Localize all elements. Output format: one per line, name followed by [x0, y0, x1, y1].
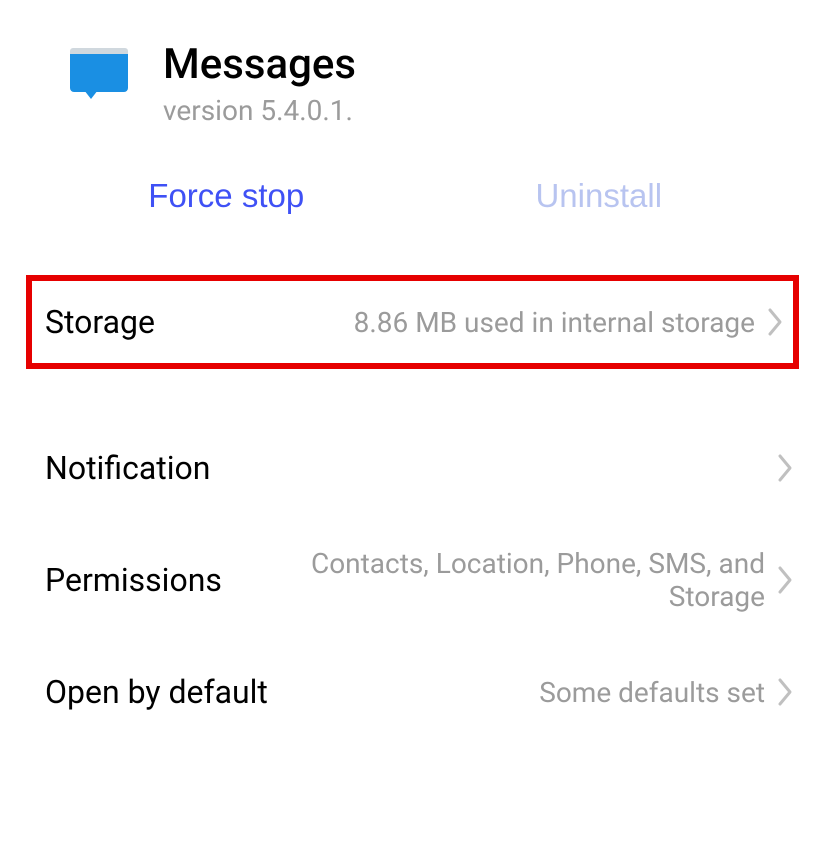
- app-icon: [70, 48, 128, 98]
- header-text: Messages version 5.4.0.1.: [163, 40, 356, 127]
- app-version: version 5.4.0.1.: [163, 94, 356, 127]
- setting-storage[interactable]: Storage 8.86 MB used in internal storage: [26, 275, 799, 369]
- setting-open-by-default[interactable]: Open by default Some defaults set: [0, 643, 825, 741]
- settings-list: Storage 8.86 MB used in internal storage…: [0, 275, 825, 741]
- chevron-right-icon: [777, 677, 795, 707]
- uninstall-button: Uninstall: [413, 177, 786, 215]
- app-header: Messages version 5.4.0.1.: [0, 0, 825, 147]
- setting-label-open-by-default: Open by default: [45, 673, 268, 711]
- force-stop-button[interactable]: Force stop: [40, 177, 413, 215]
- setting-permissions[interactable]: Permissions Contacts, Location, Phone, S…: [0, 517, 825, 643]
- app-title: Messages: [163, 40, 356, 90]
- setting-notification[interactable]: Notification: [0, 419, 825, 517]
- setting-label-permissions: Permissions: [45, 561, 222, 599]
- chevron-right-icon: [777, 453, 795, 483]
- setting-value-storage: 8.86 MB used in internal storage: [155, 306, 767, 339]
- actions-row: Force stop Uninstall: [0, 147, 825, 275]
- setting-label-notification: Notification: [45, 449, 210, 487]
- chevron-right-icon: [767, 307, 785, 337]
- setting-value-permissions: Contacts, Location, Phone, SMS, and Stor…: [222, 547, 777, 613]
- chevron-right-icon: [777, 565, 795, 595]
- setting-label-storage: Storage: [45, 303, 155, 341]
- setting-value-open-by-default: Some defaults set: [268, 676, 777, 709]
